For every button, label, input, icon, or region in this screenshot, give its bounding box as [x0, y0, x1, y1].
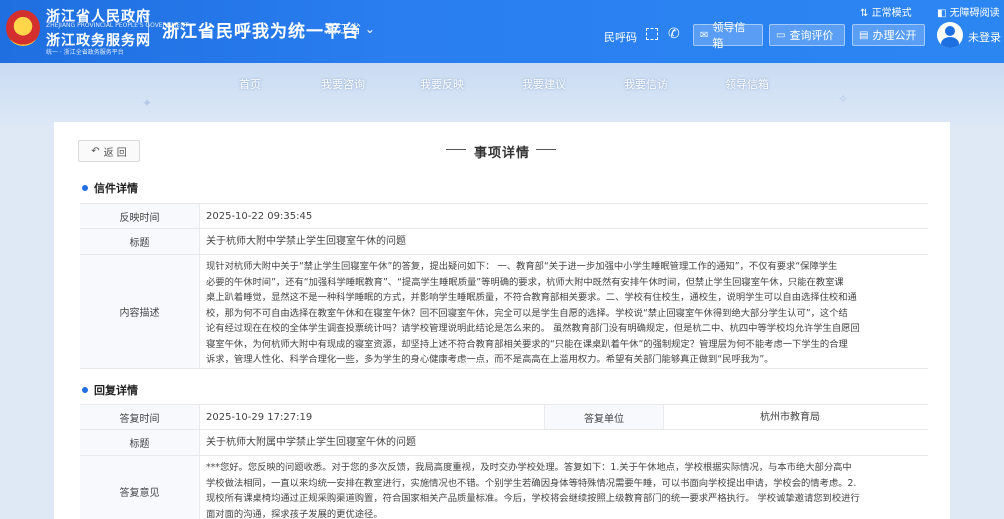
nav-leader-mailbox[interactable]: 领导信箱: [725, 76, 769, 92]
bird-decoration-icon: ✧: [838, 92, 849, 106]
content-line: 必要的午休时间”，还有“加强科学睡眠教育”、“提高学生睡眠质量”等明确的要求，杭…: [206, 276, 844, 288]
accessible-mode-label: 无障碍阅读: [949, 8, 1000, 19]
nav-consult[interactable]: 我要咨询: [321, 76, 365, 92]
letter-content-text: 现针对杭师大附中关于“禁止学生回寝室午休”的答复，提出疑问如下： 一、教育部“关…: [206, 259, 860, 368]
scan-icon[interactable]: [646, 28, 658, 40]
letter-content-label: 内容描述: [80, 255, 200, 368]
mail-icon: ✉: [700, 29, 709, 41]
reply-section-label: 回复详情: [94, 384, 138, 397]
reply-opinion-label: 答复意见: [80, 456, 200, 519]
title-divider-left: [446, 149, 466, 150]
document-icon: ▤: [859, 29, 869, 41]
reply-section-title: 回复详情: [82, 382, 138, 398]
reply-unit-value: 杭州市教育局: [760, 412, 820, 423]
leader-mailbox-button[interactable]: ✉ 领导信箱: [693, 21, 763, 50]
query-evaluate-label: 查询评价: [789, 29, 834, 42]
reply-time-label: 答复时间: [80, 405, 200, 429]
phone-icon[interactable]: ✆: [668, 26, 680, 42]
nav-home[interactable]: 首页: [239, 76, 261, 92]
reply-unit-label: 答复单位: [544, 405, 664, 429]
back-label: 返 回: [103, 147, 127, 159]
national-emblem-icon: [6, 10, 40, 46]
accessibility-icon: ◧: [937, 8, 947, 19]
content-line: 论有经过现在在校的全体学生调查投票统计吗？请学校管理说明此结论是怎么来的。 虽然…: [206, 323, 860, 334]
letter-time-label: 反映时间: [80, 204, 200, 228]
opinion-line: ***您好。您反映的问题收悉。对于您的多次反馈，我局高度重视，及时交办学校处理。…: [206, 462, 852, 473]
header-divider: [148, 12, 149, 46]
reply-opinion-text: ***您好。您反映的问题收悉。对于您的多次反馈，我局高度重视，及时交办学校处理。…: [206, 460, 860, 519]
reply-opinion-row: 答复意见 ***您好。您反映的问题收悉。对于您的多次反馈，我局高度重视，及时交办…: [80, 456, 928, 519]
letter-content-row: 内容描述 现针对杭师大附中关于“禁止学生回寝室午休”的答复，提出疑问如下： 一、…: [80, 255, 928, 369]
nav-banner: [0, 63, 1004, 125]
reply-title-value: 关于杭师大附属中学禁止学生回寝室午休的问题: [206, 437, 416, 448]
content-line: 现针对杭师大附中关于“禁止学生回寝室午休”的答复，提出疑问如下： 一、教育部“关…: [206, 261, 838, 272]
nav-report[interactable]: 我要反映: [420, 76, 464, 92]
letter-section-title: 信件详情: [82, 180, 138, 196]
opinion-line: 面对面的沟通，探求孩子发展的更优途径。: [206, 508, 383, 519]
query-evaluate-button[interactable]: ▭ 查询评价: [769, 24, 845, 46]
content-line: 校，那为何不可自由选择在教室午休和在寝室午休？回不回寝室午休，完全可以是学生自愿…: [206, 307, 848, 319]
section-dot-icon: [82, 387, 88, 393]
page-title: 事项详情: [474, 146, 531, 161]
reply-time-value: 2025-10-29 17:27:19: [206, 412, 313, 423]
qr-code-label[interactable]: 民呼码: [604, 29, 637, 45]
leader-mailbox-label: 领导信箱: [712, 21, 746, 50]
chat-icon: ▭: [776, 29, 786, 41]
content-line: 诉求，管理人性化、科学合理化一些，多为学生的身心健康考虑一点，而不是高高在上滥用…: [206, 354, 774, 365]
letter-title-value: 关于杭师大附中学禁止学生回寝室午休的问题: [206, 236, 406, 247]
reply-title-label: 标题: [80, 430, 200, 455]
login-link[interactable]: 未登录: [968, 29, 1001, 45]
accessible-mode-toggle[interactable]: ◧ 无障碍阅读: [937, 4, 1000, 19]
nav-suggest[interactable]: 我要建议: [522, 76, 566, 92]
section-dot-icon: [82, 185, 88, 191]
region-selector[interactable]: 浙江省 ⌄: [325, 20, 375, 37]
content-line: 寝室午休，为何杭师大附中有现成的寝室资源，却坚持上述不符合教育部相关要求的“只能…: [206, 338, 848, 350]
title-divider-right: [536, 149, 556, 150]
letter-title-row: 标题 关于杭师大附中学禁止学生回寝室午休的问题: [80, 229, 928, 255]
bird-decoration-icon: ✦: [142, 96, 153, 110]
region-label: 浙江省: [325, 22, 362, 36]
letter-time-value: 2025-10-22 09:35:45: [206, 211, 313, 222]
reply-title-row: 标题 关于杭师大附属中学禁止学生回寝室午休的问题: [80, 430, 928, 456]
opinion-line: 现校所有课桌椅均通过正规采购渠道购置，符合国家相关产品质量标准。今后，学校将会继…: [206, 493, 860, 504]
top-header: 浙江省人民政府 ZHEJIANG PROVINCIAL PEOPLE'S GOV…: [0, 0, 1004, 63]
service-subtitle: 统一 · 浙江全省政务服务平台: [46, 49, 124, 56]
letter-time-row: 反映时间 2025-10-22 09:35:45: [80, 203, 928, 229]
public-handling-button[interactable]: ▤ 办理公开: [852, 24, 925, 46]
opinion-line: 学校做法相同，一直以来均统一安排在教室进行，实施情况也不错。个别学生若确因身体等…: [206, 477, 857, 489]
user-avatar[interactable]: [937, 22, 963, 48]
nav-petition[interactable]: 我要信访: [624, 76, 668, 92]
back-button[interactable]: ↶ 返 回: [78, 140, 140, 162]
normal-mode-toggle[interactable]: ⇅ 正常模式: [860, 4, 912, 19]
content-line: 桌上趴着睡觉，显然这不是一种科学睡眠的方式，并影响学生睡眠质量，不符合教育部相关…: [206, 292, 857, 303]
chevron-down-icon: ⌄: [364, 22, 375, 36]
letter-title-label: 标题: [80, 229, 200, 254]
public-handling-label: 办理公开: [872, 29, 917, 42]
arrows-icon: ⇅: [860, 8, 869, 19]
letter-section-label: 信件详情: [94, 182, 138, 195]
back-arrow-icon: ↶: [91, 145, 100, 157]
normal-mode-label: 正常模式: [871, 8, 912, 19]
reply-time-row: 答复时间 2025-10-29 17:27:19 答复单位 杭州市教育局: [80, 404, 928, 430]
